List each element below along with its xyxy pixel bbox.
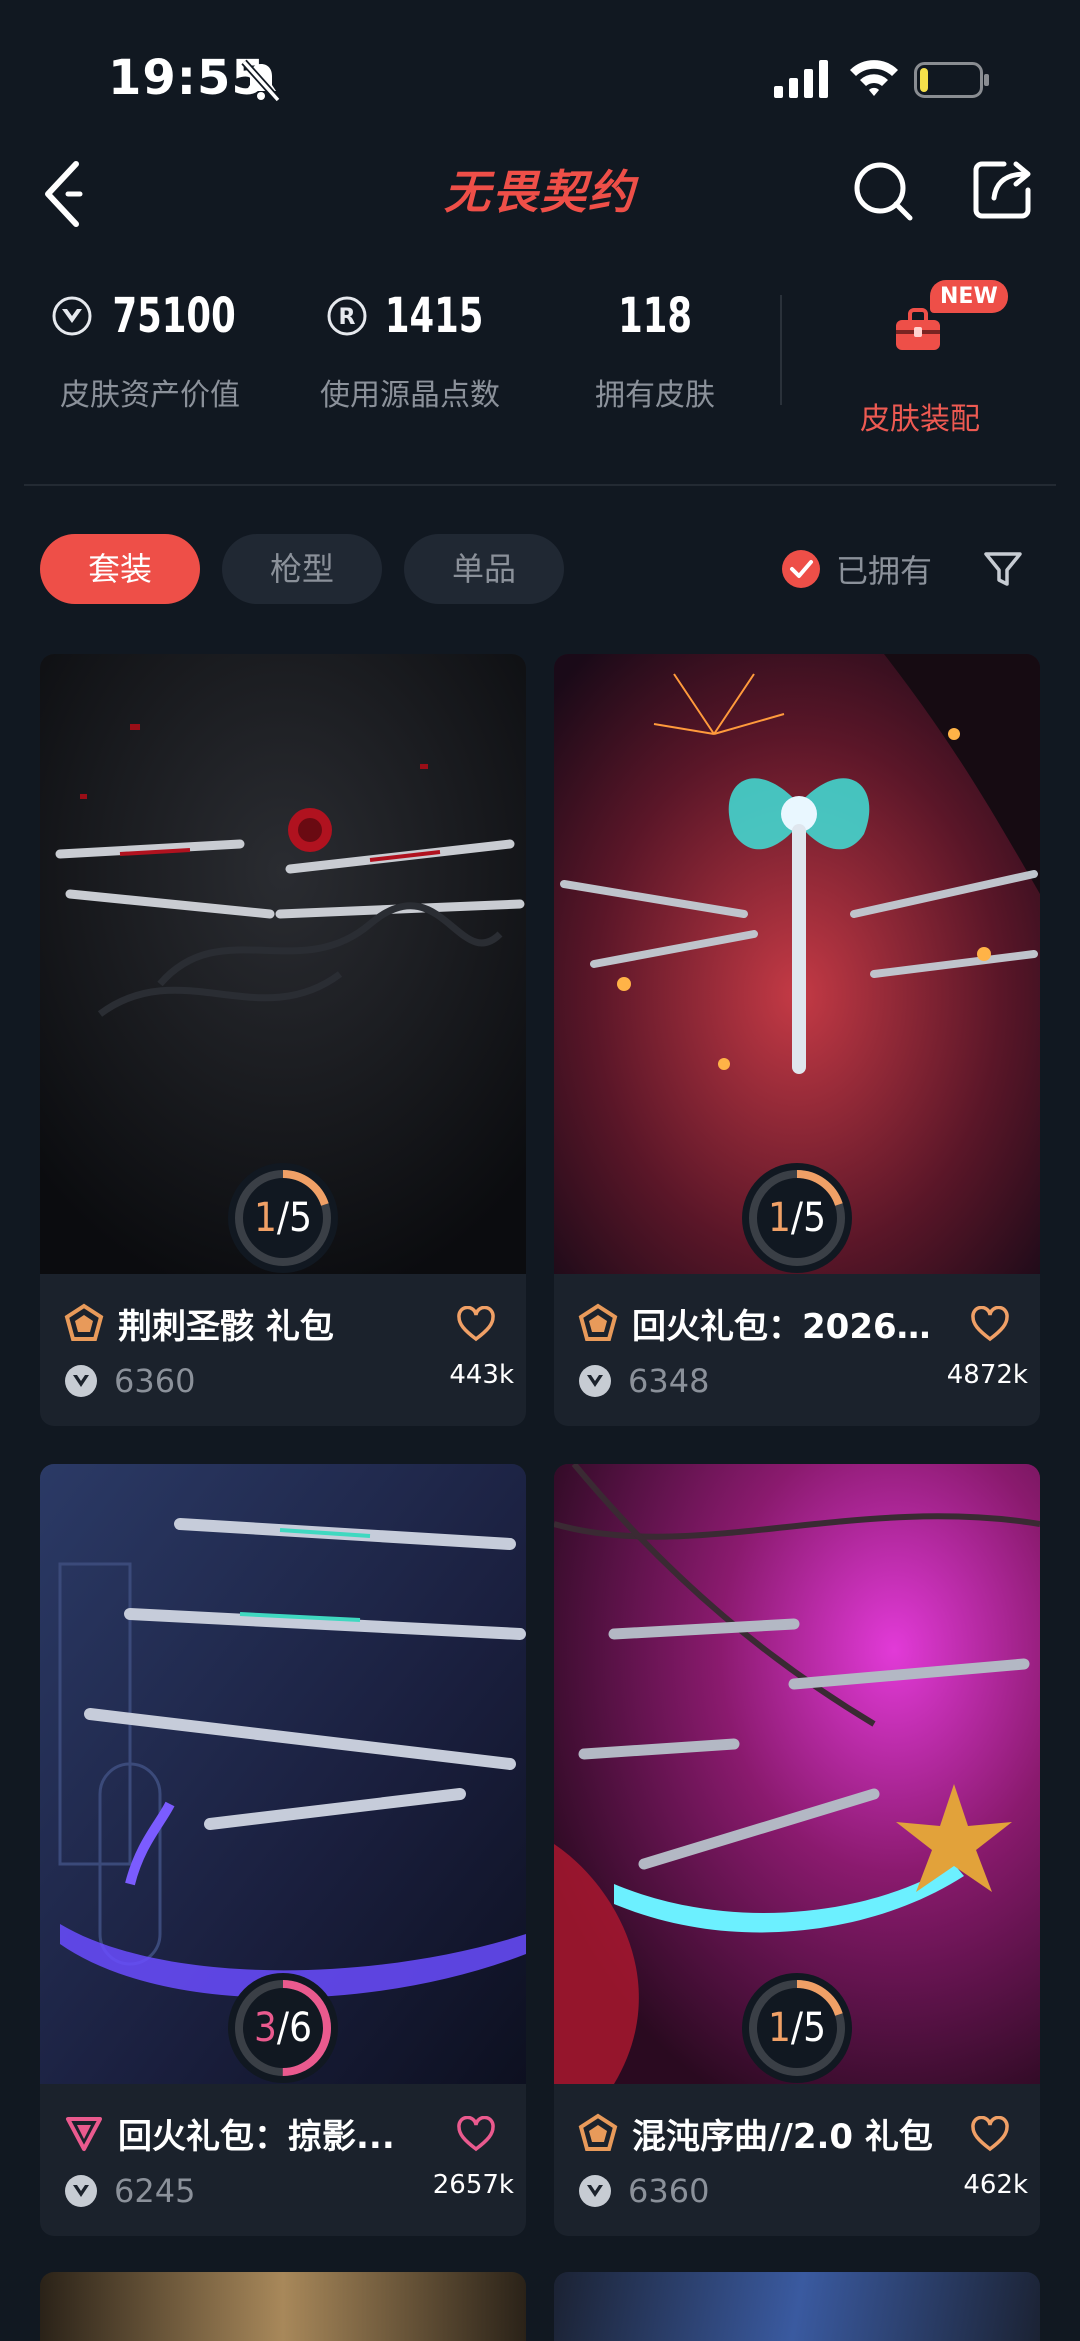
price-row: 6245	[64, 2172, 195, 2210]
progress-text: 1/5	[768, 2005, 826, 2051]
search-icon[interactable]	[850, 158, 916, 224]
radianite-value: 1415	[384, 288, 484, 344]
equip-label: 皮肤装配	[860, 402, 980, 437]
bundle-price: 6348	[628, 1362, 710, 1400]
heart-icon[interactable]	[970, 1306, 1010, 1342]
card-title-row: 回火礼包：2026...	[578, 1298, 1018, 1348]
card-title-row: 荆刺圣骸 礼包	[64, 1298, 504, 1348]
likes-count: 4872k	[946, 1360, 1028, 1390]
bundle-card-partial[interactable]	[40, 2272, 526, 2341]
stat-owned: 118 拥有皮肤	[560, 280, 750, 414]
valorant-points-icon	[52, 296, 92, 336]
owned-label: 拥有皮肤	[595, 378, 715, 413]
valorant-points-icon	[579, 2175, 611, 2207]
heart-icon[interactable]	[456, 2116, 496, 2152]
likes-count: 462k	[963, 2170, 1028, 2200]
battery-icon	[914, 62, 989, 98]
progress-text: 3/6	[254, 2005, 312, 2051]
card-title-row: 回火礼包：掠影...	[64, 2108, 504, 2158]
stats-panel: 75100 皮肤资产价值 R 1415 使用源晶点数 118 拥有皮肤 NEW …	[0, 280, 1080, 437]
tab-single-items[interactable]: 单品	[404, 534, 564, 604]
valorant-points-icon	[579, 1365, 611, 1397]
nav-bar: 无畏契约	[0, 140, 1080, 250]
share-icon[interactable]	[970, 156, 1036, 222]
bundle-card[interactable]: 1/5 回火礼包：2026... 6348 4872k	[554, 654, 1040, 1426]
tier-badge-icon	[64, 1303, 104, 1341]
bundle-card[interactable]: 1/5 混沌序曲//2.0 礼包 6360 462k	[554, 1464, 1040, 2236]
bundle-card[interactable]: 3/6 回火礼包：掠影... 6245 2657k	[40, 1464, 526, 2236]
checkbox-checked-icon	[782, 550, 820, 588]
section-divider	[24, 484, 1056, 486]
bundle-card[interactable]: 1/5 荆刺圣骸 礼包 6360 443k	[40, 654, 526, 1426]
price-row: 6360	[578, 2172, 709, 2210]
owned-filter-label: 已拥有	[836, 552, 933, 590]
card-title-row: 混沌序曲//2.0 礼包	[578, 2108, 1018, 2158]
tab-bundles[interactable]: 套装	[40, 534, 200, 604]
likes-count: 443k	[449, 1360, 514, 1390]
briefcase-icon	[896, 308, 940, 350]
progress-text: 1/5	[254, 1195, 312, 1241]
bell-muted-icon	[241, 59, 281, 102]
new-badge: NEW	[930, 280, 1008, 313]
bundle-title: 荆刺圣骸 礼包	[118, 1306, 334, 1347]
valorant-points-icon	[65, 2175, 97, 2207]
status-bar: 19:55	[0, 0, 1080, 150]
signal-icon	[774, 60, 828, 98]
likes-count: 2657k	[432, 2170, 514, 2200]
tab-weapon-type[interactable]: 枪型	[222, 534, 382, 604]
radianite-label: 使用源晶点数	[320, 378, 500, 413]
bundle-card-partial[interactable]	[554, 2272, 1040, 2341]
price-row: 6360	[64, 1362, 195, 1400]
bundle-title: 回火礼包：掠影...	[118, 2116, 395, 2157]
asset-label: 皮肤资产价值	[60, 378, 240, 413]
progress-text: 1/5	[768, 1195, 826, 1241]
asset-value: 75100	[112, 288, 236, 344]
stat-radianite: R 1415 使用源晶点数	[300, 280, 520, 414]
price-row: 6348	[578, 1362, 709, 1400]
valorant-points-icon	[65, 1365, 97, 1397]
heart-icon[interactable]	[456, 1306, 496, 1342]
heart-icon[interactable]	[970, 2116, 1010, 2152]
owned-value: 118	[618, 288, 692, 344]
app-logo: 无畏契约	[444, 165, 639, 219]
bundle-title: 混沌序曲//2.0 礼包	[632, 2116, 933, 2157]
back-icon[interactable]	[40, 156, 90, 232]
bundle-price: 6360	[628, 2172, 710, 2210]
svg-text:R: R	[338, 305, 355, 330]
svg-text:无畏契约: 无畏契约	[444, 165, 639, 219]
tier-badge-icon	[66, 2117, 102, 2151]
tier-badge-icon	[578, 1303, 618, 1341]
tier-badge-icon	[578, 2113, 618, 2151]
stats-divider	[780, 295, 782, 405]
bundle-price: 6245	[114, 2172, 196, 2210]
radianite-icon: R	[327, 296, 367, 336]
owned-toggle[interactable]: 已拥有	[780, 544, 932, 594]
wifi-icon	[850, 60, 898, 96]
stat-asset-value: 75100 皮肤资产价值	[40, 280, 260, 414]
bundle-title: 回火礼包：2026...	[632, 1306, 932, 1347]
bundle-price: 6360	[114, 1362, 196, 1400]
filter-bar: 套装 枪型 单品 已拥有	[0, 534, 1080, 606]
filter-icon[interactable]	[982, 548, 1024, 590]
